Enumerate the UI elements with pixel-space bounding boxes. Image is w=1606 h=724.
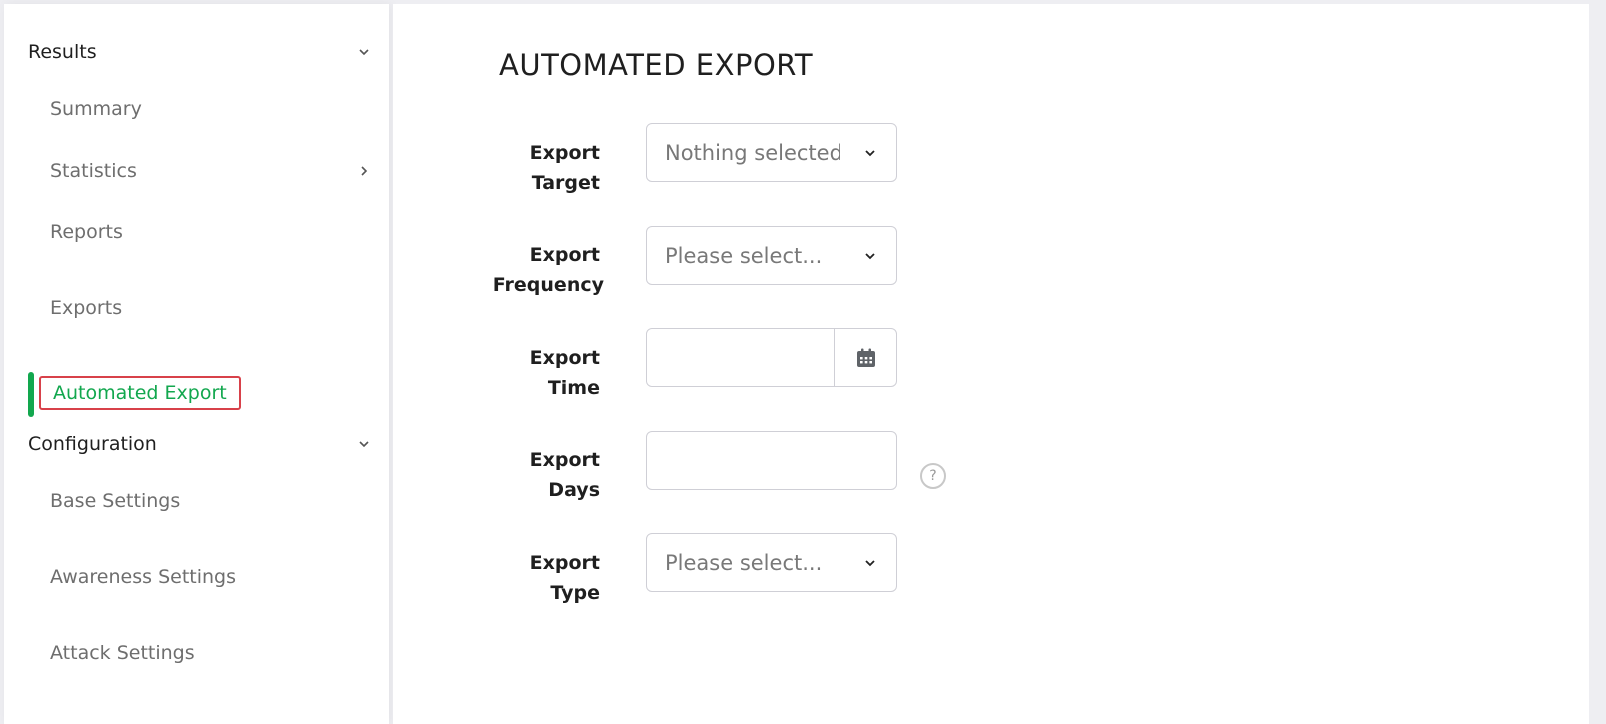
sidebar-item-label: Base Settings [50, 490, 181, 512]
export-time-label: Export Time [393, 343, 600, 403]
export-target-label: Export Target [393, 138, 600, 198]
sidebar-item-automated-export[interactable]: Automated Export [39, 376, 241, 410]
export-frequency-value: Please select... [665, 243, 823, 268]
export-type-value: Please select... [665, 550, 823, 575]
label-line: Export [529, 244, 600, 266]
chevron-down-icon [865, 559, 875, 566]
label-line: Frequency [492, 274, 604, 296]
sidebar-section-configuration-label: Configuration [28, 433, 157, 455]
chevron-down-icon [865, 252, 875, 259]
sidebar-item-label: Attack Settings [50, 642, 195, 664]
sidebar-item-awareness-settings[interactable]: Awareness Settings [50, 562, 236, 592]
chevron-right-icon [361, 166, 368, 176]
label-line: Export [529, 347, 600, 369]
active-indicator [28, 372, 34, 417]
sidebar: Results Summary Statistics Reports Expor… [4, 4, 389, 724]
export-time-field [646, 328, 897, 387]
help-icon-glyph: ? [929, 468, 937, 484]
label-line: Type [550, 582, 600, 604]
main-panel: AUTOMATED EXPORT Export Target Nothing s… [393, 4, 1589, 724]
calendar-icon [856, 348, 875, 367]
label-line: Target [531, 172, 600, 194]
sidebar-item-label: Reports [50, 221, 123, 243]
sidebar-section-configuration[interactable]: Configuration [28, 424, 372, 464]
export-type-label: Export Type [393, 548, 600, 608]
export-target-value: Nothing selected [665, 140, 840, 165]
label-line: Days [548, 479, 600, 501]
sidebar-item-label: Summary [50, 98, 142, 120]
export-target-select[interactable]: Nothing selected [646, 123, 897, 182]
calendar-button[interactable] [834, 329, 896, 386]
sidebar-item-label: Exports [50, 297, 123, 319]
export-frequency-label: Export Frequency [393, 240, 604, 300]
label-line: Time [547, 377, 600, 399]
sidebar-section-results[interactable]: Results [28, 32, 372, 72]
sidebar-item-exports[interactable]: Exports [50, 293, 122, 323]
sidebar-item-label: Awareness Settings [50, 566, 236, 588]
sidebar-item-label: Automated Export [53, 382, 227, 404]
sidebar-item-reports[interactable]: Reports [50, 217, 123, 247]
export-days-input[interactable] [646, 431, 897, 490]
chevron-down-icon [865, 149, 875, 156]
label-line: Export [529, 142, 600, 164]
sidebar-item-attack-settings[interactable]: Attack Settings [50, 638, 195, 668]
sidebar-item-base-settings[interactable]: Base Settings [50, 486, 180, 516]
sidebar-item-statistics[interactable]: Statistics [50, 156, 372, 186]
label-line: Export [529, 552, 600, 574]
export-frequency-select[interactable]: Please select... [646, 226, 897, 285]
export-time-input[interactable] [647, 329, 834, 386]
chevron-down-icon [359, 441, 369, 448]
help-icon[interactable]: ? [920, 463, 946, 489]
export-days-label: Export Days [393, 445, 600, 505]
label-line: Export [529, 449, 600, 471]
page-title: AUTOMATED EXPORT [499, 48, 814, 82]
sidebar-section-results-label: Results [28, 41, 97, 63]
chevron-down-icon [359, 49, 369, 56]
export-type-select[interactable]: Please select... [646, 533, 897, 592]
sidebar-item-label: Statistics [50, 160, 137, 182]
sidebar-item-summary[interactable]: Summary [50, 94, 142, 124]
